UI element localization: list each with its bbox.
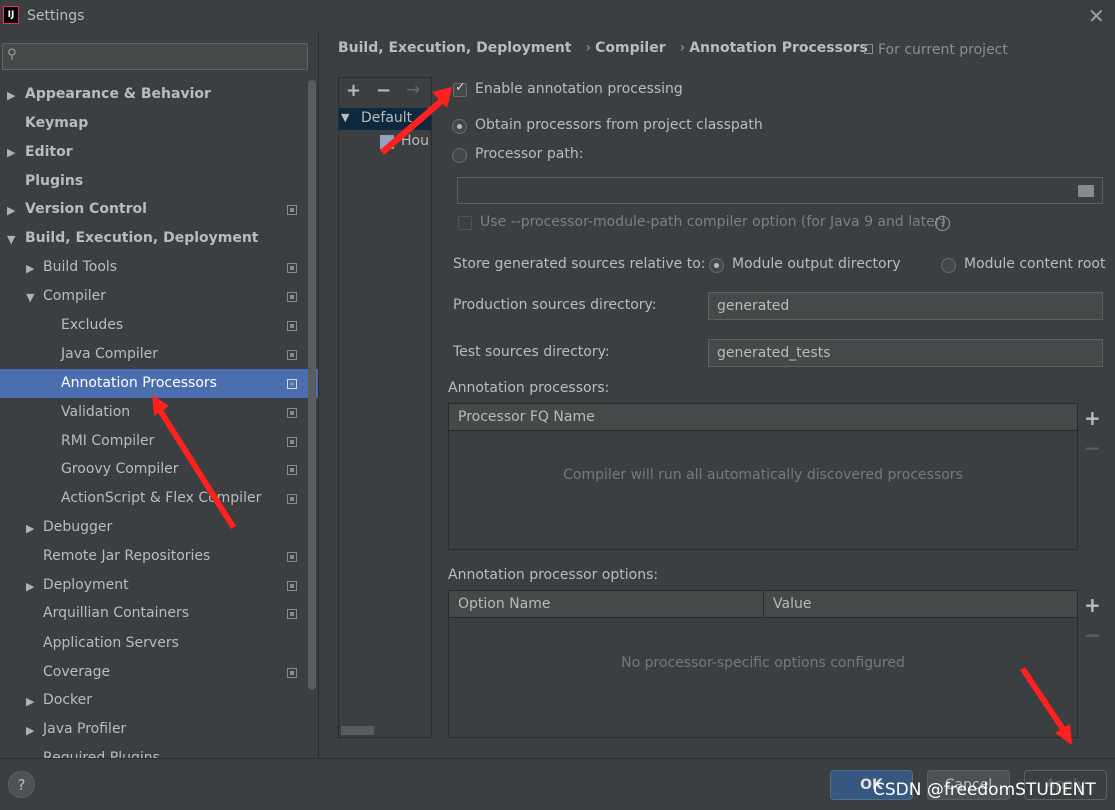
annotation-arrows [152, 87, 1072, 745]
arrow-to-enable-checkbox [380, 87, 452, 155]
arrow-to-annotation-processors [152, 395, 236, 529]
arrow-to-apply-button [1020, 667, 1072, 745]
